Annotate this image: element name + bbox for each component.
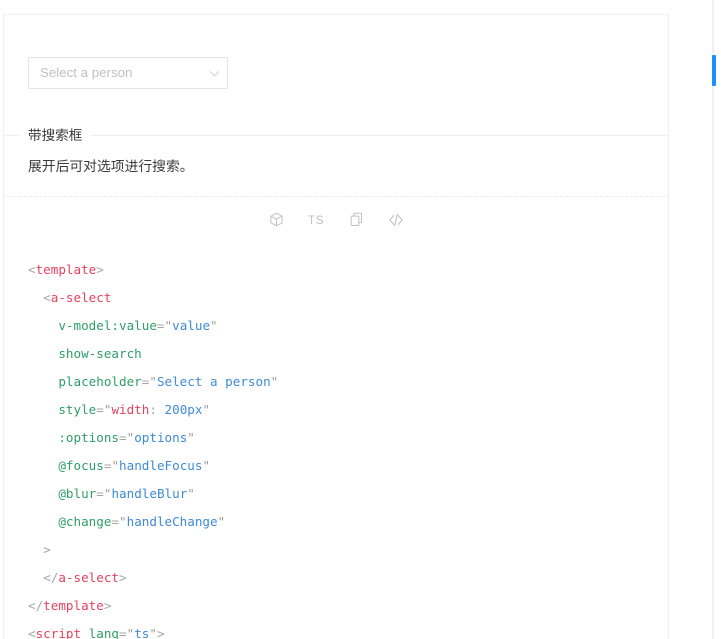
code-block: <template> <a-select v-model:value="valu… [4, 242, 668, 639]
select-placeholder: Select a person [40, 65, 133, 80]
demo-title: 带搜索框 [20, 125, 91, 147]
codesandbox-icon[interactable] [267, 211, 285, 229]
copy-icon[interactable] [347, 211, 365, 229]
typescript-icon[interactable]: TS [307, 211, 325, 229]
demo-meta: 带搜索框 展开后可对选项进行搜索。 [4, 125, 668, 196]
code-source: <template> <a-select v-model:value="valu… [28, 262, 279, 639]
anchor-active-indicator[interactable] [712, 55, 716, 86]
demo-description: 展开后可对选项进行搜索。 [28, 159, 194, 174]
demo-preview-area: Select a person [4, 15, 668, 135]
typescript-label: TS [307, 212, 325, 227]
page-root: Select a person 带搜索框 展开后可对选项进行搜索。 TS <te… [0, 0, 721, 639]
code-icon[interactable] [387, 211, 405, 229]
demo-action-bar: TS [4, 196, 668, 242]
person-select[interactable]: Select a person [28, 57, 228, 89]
demo-card: Select a person 带搜索框 展开后可对选项进行搜索。 TS <te… [3, 14, 669, 639]
anchor-rail [712, 0, 714, 639]
chevron-down-icon[interactable] [201, 68, 227, 79]
